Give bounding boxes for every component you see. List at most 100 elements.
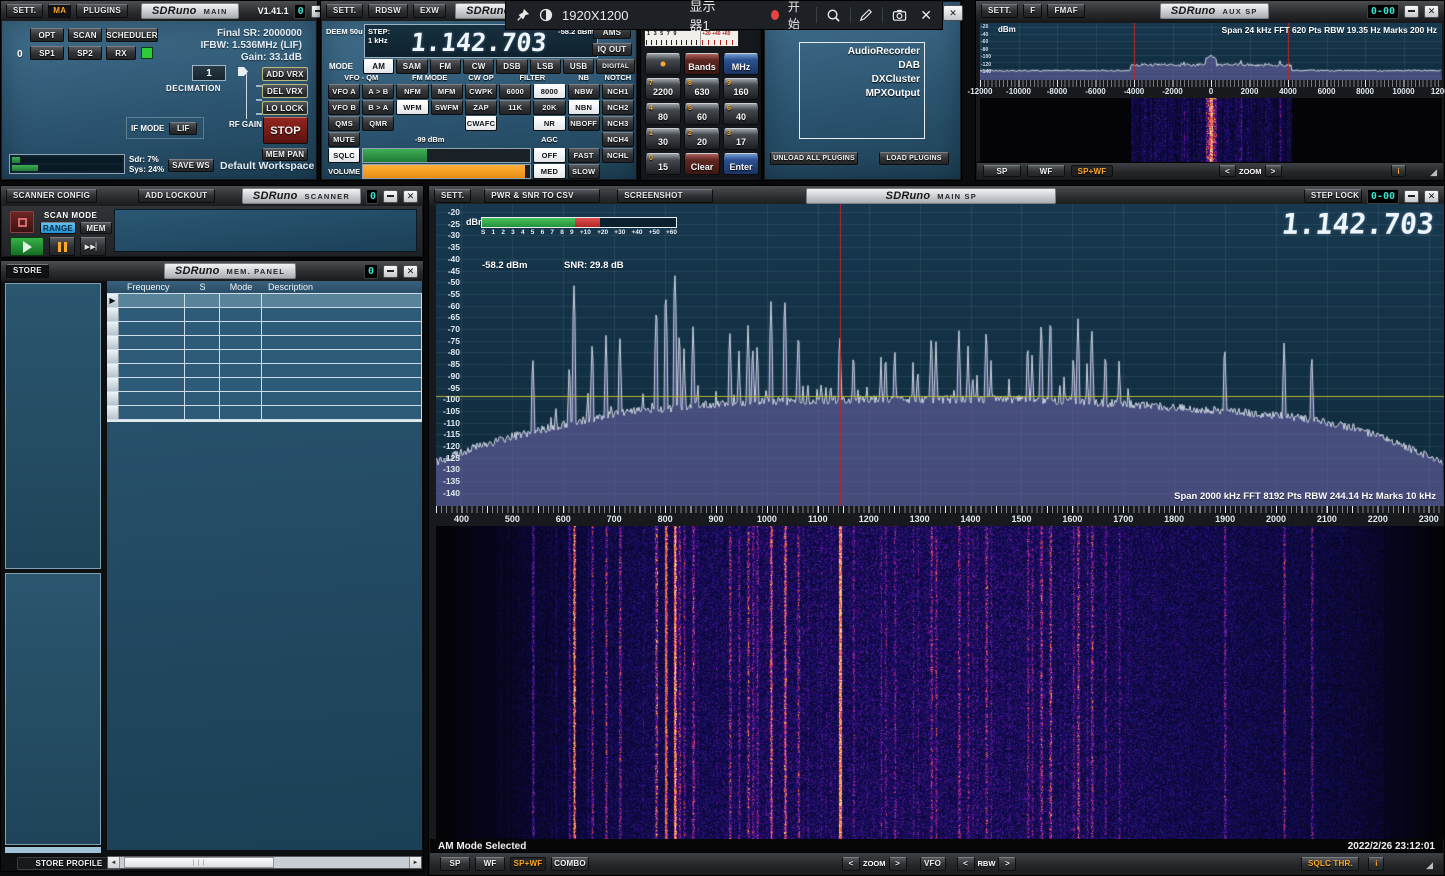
row-selector[interactable] bbox=[107, 350, 119, 363]
store-button[interactable]: STORE bbox=[6, 264, 49, 279]
numpad-key-40[interactable]: 406 bbox=[723, 103, 759, 125]
row-selector[interactable] bbox=[107, 378, 119, 391]
main-waterfall[interactable] bbox=[436, 526, 1444, 839]
rx-btn-b-a[interactable]: B > A bbox=[362, 100, 394, 115]
sp1-button[interactable]: SP1 bbox=[30, 46, 64, 60]
rx-btn-fast[interactable]: FAST bbox=[568, 148, 600, 163]
rx-sett-button[interactable]: SETT. bbox=[326, 4, 363, 19]
rx-btn-mfm[interactable]: MFM bbox=[431, 84, 463, 99]
mainsp-title-plate[interactable]: SDRuno MAIN SP bbox=[806, 188, 1056, 204]
add-lockout-button[interactable]: ADD LOCKOUT bbox=[138, 189, 215, 204]
rx-mode-digital[interactable]: DIGITAL bbox=[596, 59, 635, 74]
main-spectrum[interactable]: -20-25-30-35-40-45-50-55-60-65-70-75-80-… bbox=[436, 204, 1444, 506]
scanner-stop-button[interactable] bbox=[10, 211, 34, 233]
scan-mem-button[interactable]: MEM bbox=[80, 222, 112, 234]
plugins-list[interactable]: AudioRecorderDABDXClusterMPXOutput bbox=[799, 42, 925, 139]
squelch-bar[interactable] bbox=[362, 148, 531, 163]
numpad-key-2200[interactable]: 22007 bbox=[645, 78, 681, 100]
hidden-window-close-button[interactable] bbox=[943, 5, 963, 21]
mainsp-spwf-button[interactable]: SP+WF bbox=[510, 857, 546, 871]
plugin-item-mpxoutput[interactable]: MPXOutput bbox=[804, 87, 920, 101]
aux-spectrum[interactable]: dBm Span 24 kHz FFT 620 Pts RBW 19.35 Hz… bbox=[980, 23, 1442, 80]
rx-btn-nch2[interactable]: NCH2 bbox=[602, 100, 634, 115]
stop-button[interactable]: STOP bbox=[263, 117, 308, 144]
rx-btn-qmr[interactable]: QMR bbox=[362, 116, 394, 131]
rx-btn-slow[interactable]: SLOW bbox=[568, 164, 600, 179]
rx-btn-nch4[interactable]: NCH4 bbox=[602, 132, 634, 147]
opt-button[interactable]: OPT bbox=[30, 28, 64, 42]
rx-btn-nfm[interactable]: NFM bbox=[396, 84, 428, 99]
mem-table-row[interactable] bbox=[107, 378, 422, 392]
rdsw-button[interactable]: RDSW bbox=[368, 4, 408, 19]
rx-mode-usb[interactable]: USB bbox=[563, 59, 594, 74]
step-lock-button[interactable]: STEP LOCK bbox=[1304, 189, 1362, 204]
row-selector[interactable]: ▶ bbox=[107, 294, 119, 307]
rx-btn-cwpk[interactable]: CWPK bbox=[465, 84, 497, 99]
mem-table-row[interactable] bbox=[107, 308, 422, 322]
rx-btn-wfm[interactable]: WFM bbox=[396, 100, 428, 115]
rx-btn-nch1[interactable]: NCH1 bbox=[602, 84, 634, 99]
mem-table-row[interactable] bbox=[107, 322, 422, 336]
scan-button[interactable]: SCAN bbox=[68, 28, 102, 42]
rx-btn-swfm[interactable]: SWFM bbox=[431, 100, 463, 115]
mainsp-minimize-button[interactable] bbox=[1404, 190, 1419, 203]
plugin-item-dab[interactable]: DAB bbox=[804, 59, 920, 73]
rx-btn-zap[interactable]: ZAP bbox=[465, 100, 497, 115]
mem-title-plate[interactable]: SDRuno MEM. PANEL bbox=[164, 263, 296, 279]
lo-lock-button[interactable]: LO LOCK bbox=[262, 101, 308, 115]
rbw-down-button[interactable]: < bbox=[957, 857, 975, 871]
rx-btn-med[interactable]: MED bbox=[533, 164, 565, 179]
aux-zoom-out-button[interactable]: < bbox=[1219, 165, 1236, 177]
rx-btn-nch3[interactable]: NCH3 bbox=[602, 116, 634, 131]
rx-btn-nchl[interactable]: NCHL bbox=[602, 148, 634, 163]
aux-resize-handle[interactable] bbox=[1430, 162, 1437, 180]
mem-h-scrollbar[interactable]: ◄ | | | ► bbox=[107, 856, 422, 869]
rx-btn-vfo-b[interactable]: VFO B bbox=[328, 100, 360, 115]
rf-gain-slider[interactable] bbox=[246, 71, 247, 119]
mainsp-close-button[interactable] bbox=[1424, 190, 1439, 203]
rx-btn-cwafc[interactable]: CWAFC bbox=[465, 116, 497, 131]
mem-minimize-button[interactable] bbox=[383, 265, 398, 278]
volume-bar[interactable] bbox=[362, 164, 531, 179]
aux-title-plate[interactable]: SDRuno AUX SP bbox=[1160, 3, 1269, 19]
row-selector[interactable] bbox=[107, 392, 119, 405]
del-vrx-button[interactable]: DEL VRX bbox=[262, 84, 308, 98]
col-s[interactable]: S bbox=[185, 282, 220, 292]
zoom-out-button[interactable]: < bbox=[842, 857, 860, 871]
rx-btn-nbw[interactable]: NBW bbox=[568, 84, 600, 99]
numpad-key-60[interactable]: 605 bbox=[684, 103, 720, 125]
vfo-button[interactable]: VFO bbox=[920, 857, 946, 871]
scroll-left-arrow[interactable]: ◄ bbox=[108, 857, 120, 868]
add-vrx-button[interactable]: ADD VRX bbox=[262, 67, 308, 81]
numpad-key-20[interactable]: 202 bbox=[684, 128, 720, 150]
mem-table-row[interactable] bbox=[107, 364, 422, 378]
aux-sp-button[interactable]: SP bbox=[983, 165, 1021, 177]
pin-icon[interactable] bbox=[516, 8, 530, 22]
numpad-key-mhz[interactable]: MHz bbox=[723, 53, 759, 75]
mem-bank-box-1[interactable] bbox=[5, 283, 101, 569]
rx-mode-am[interactable]: AM bbox=[363, 59, 394, 74]
scanner-close-button[interactable] bbox=[403, 190, 418, 203]
mainsp-wf-button[interactable]: WF bbox=[475, 857, 505, 871]
rx-mode-lsb[interactable]: LSB bbox=[530, 59, 561, 74]
exw-button[interactable]: EXW bbox=[413, 4, 446, 19]
main-title-plate[interactable]: SDRuno MAIN bbox=[141, 3, 239, 19]
aux-close-button[interactable] bbox=[1424, 5, 1439, 18]
numpad-key-clear[interactable]: Clear bbox=[684, 153, 720, 175]
aux-fmaf-button[interactable]: FMAF bbox=[1047, 4, 1084, 19]
rx-btn-nbn[interactable]: NBN bbox=[568, 100, 600, 115]
zoom-in-button[interactable]: > bbox=[889, 857, 907, 871]
rx-btn-off[interactable]: OFF bbox=[533, 148, 565, 163]
main-plugins-button[interactable]: PLUGINS bbox=[76, 4, 128, 19]
rx-btn-6000[interactable]: 6000 bbox=[499, 84, 531, 99]
row-selector[interactable] bbox=[107, 308, 119, 321]
numpad-key-160[interactable]: 1609 bbox=[723, 78, 759, 100]
row-selector[interactable] bbox=[107, 364, 119, 377]
rx-mode-cw[interactable]: CW bbox=[463, 59, 494, 74]
rx-btn-sqlc[interactable]: SQLC bbox=[328, 148, 360, 163]
store-profile-button[interactable]: STORE PROFILE bbox=[17, 857, 121, 870]
plugin-item-audiorecorder[interactable]: AudioRecorder bbox=[804, 45, 920, 59]
decimation-value[interactable]: 1 bbox=[192, 65, 226, 81]
contrast-icon[interactable] bbox=[539, 8, 553, 22]
scan-range-button[interactable]: RANGE bbox=[40, 222, 76, 234]
